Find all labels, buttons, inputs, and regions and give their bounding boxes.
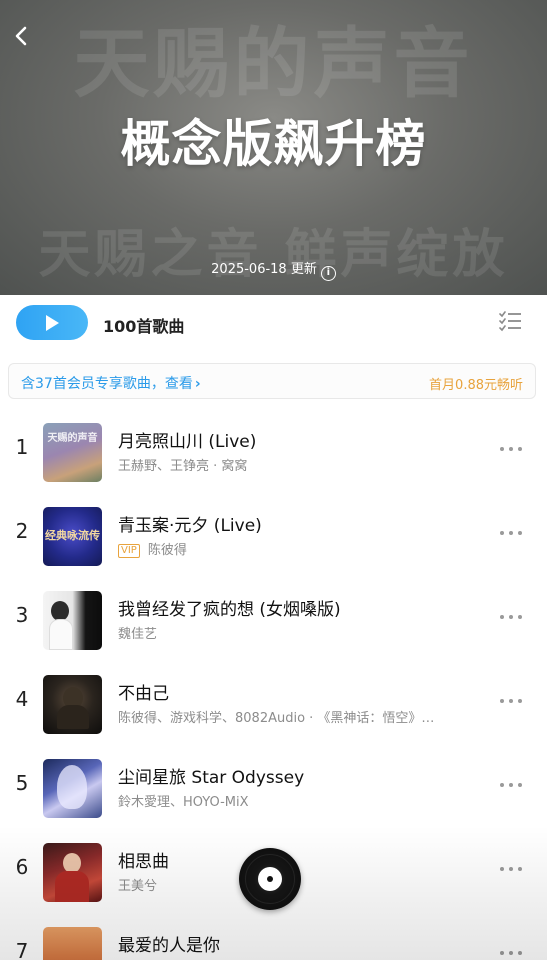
update-date[interactable]: 2025-06-18 更新 i (0, 258, 547, 281)
song-title: 相思曲 (118, 852, 169, 872)
more-options-icon[interactable] (498, 775, 524, 795)
vip-badge: VIP (118, 544, 140, 558)
list-toolbar: 100首歌曲 (0, 295, 547, 351)
play-icon (46, 315, 59, 331)
chart-header: 天赐的声音 天赐之音 鲜声绽放 概念版飙升榜 2025-06-18 更新 i (0, 0, 547, 295)
song-artists: VIP 陈彼得 (118, 539, 187, 558)
song-title: 尘间星旅 Star Odyssey (118, 768, 305, 788)
song-rank: 3 (15, 603, 29, 627)
song-row[interactable]: 3 我曾经发了疯的想 (女烟嗓版) 魏佳艺 (0, 583, 547, 659)
vinyl-record-icon[interactable] (239, 848, 301, 910)
song-row[interactable]: 4 不由己 陈彼得、游戏科学、8082Audio · 《黑神话：悟空》… (0, 667, 547, 743)
album-cover-text: 天赐的声音 (47, 433, 98, 444)
header-watermark-top: 天赐的声音 (73, 19, 474, 108)
info-icon[interactable]: i (320, 266, 336, 281)
song-row[interactable]: 1 天赐的声音 月亮照山川 (Live) 王赫野、王铮亮 · 窝窝 (0, 415, 547, 491)
album-cover-text: 经典咏流传 (45, 529, 100, 542)
song-row[interactable]: 2 经典咏流传 青玉案·元夕 (Live) VIP 陈彼得 (0, 499, 547, 575)
update-date-text: 2025-06-18 更新 (211, 262, 317, 277)
more-options-icon[interactable] (498, 691, 524, 711)
song-count: 100首歌曲 (103, 317, 185, 336)
page-title: 概念版飙升榜 (120, 115, 427, 173)
album-cover (43, 759, 102, 818)
song-row[interactable]: 5 尘间星旅 Star Odyssey 鈴木愛理、HOYO-MiX (0, 751, 547, 827)
more-options-icon[interactable] (498, 607, 524, 627)
chevron-right-icon: › (194, 376, 201, 392)
album-cover (43, 675, 102, 734)
song-rank: 2 (15, 519, 29, 543)
vip-songs-link[interactable]: 含37首会员专享歌曲，查看 › (21, 373, 201, 393)
more-options-icon[interactable] (498, 439, 524, 459)
song-title: 不由己 (118, 684, 169, 704)
play-all-button[interactable] (16, 305, 88, 340)
record-label (258, 867, 282, 891)
song-artists: 魏佳艺 (118, 627, 158, 642)
vip-songs-text: 含37首会员专享歌曲，查看 (21, 376, 193, 392)
album-cover: 天赐的声音 (43, 423, 102, 482)
album-cover: 经典咏流传 (43, 507, 102, 566)
song-title: 最爱的人是你 (118, 936, 220, 956)
album-cover (43, 591, 102, 650)
song-rank: 7 (15, 939, 29, 960)
checklist-icon[interactable] (499, 311, 523, 333)
chevron-left-icon[interactable] (10, 24, 34, 48)
song-rank: 6 (15, 855, 29, 879)
song-artists: 陈彼得、游戏科学、8082Audio · 《黑神话：悟空》… (118, 711, 435, 726)
more-options-icon[interactable] (498, 859, 524, 879)
song-artists: 鈴木愛理、HOYO-MiX (118, 795, 249, 810)
more-options-icon[interactable] (498, 523, 524, 543)
vip-songs-banner: 含37首会员专享歌曲，查看 › 首月0.88元畅听 (8, 363, 536, 399)
song-artists: 王赫野、王铮亮 · 窝窝 (118, 459, 248, 474)
vip-offer-link[interactable]: 首月0.88元畅听 (429, 374, 523, 393)
song-title: 青玉案·元夕 (Live) (118, 516, 262, 536)
song-row[interactable]: 7 最爱的人是你 (0, 919, 547, 960)
album-cover (43, 927, 102, 960)
song-rank: 4 (15, 687, 29, 711)
song-title: 我曾经发了疯的想 (女烟嗓版) (118, 600, 341, 620)
more-options-icon[interactable] (498, 943, 524, 960)
album-cover (43, 843, 102, 902)
song-rank: 1 (15, 435, 29, 459)
song-rank: 5 (15, 771, 29, 795)
song-title: 月亮照山川 (Live) (118, 432, 257, 452)
song-artists: 王美兮 (118, 879, 158, 894)
